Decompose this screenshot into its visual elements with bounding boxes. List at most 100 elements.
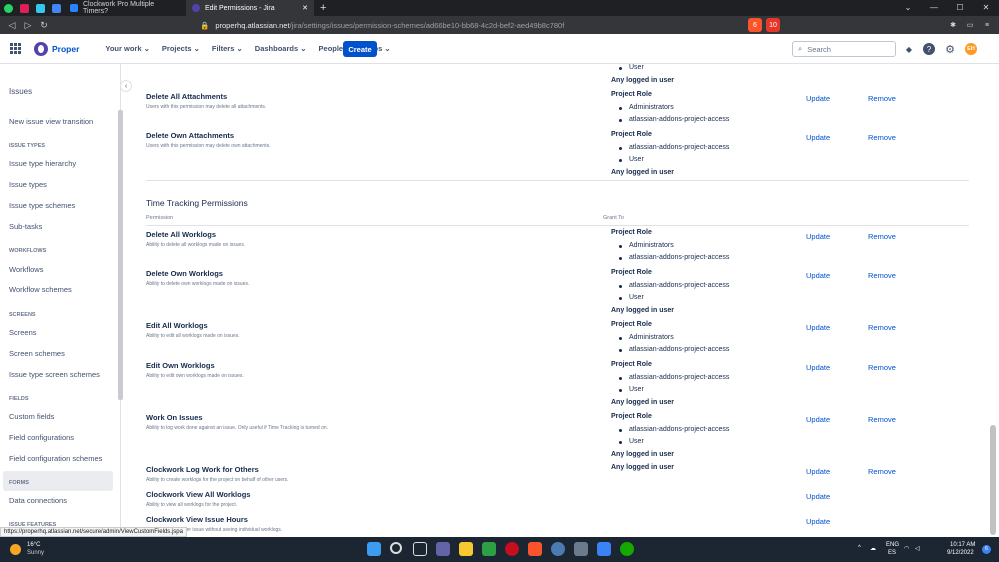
menu-icon[interactable]: ≡ — [980, 18, 994, 32]
remove-link[interactable]: Remove — [868, 415, 896, 424]
sidebar-item[interactable]: Custom fields — [9, 412, 54, 421]
remove-link[interactable]: Remove — [868, 363, 896, 372]
update-link[interactable]: Update — [806, 363, 830, 372]
task-view-icon[interactable] — [413, 542, 427, 556]
file-explorer-icon[interactable] — [459, 542, 473, 556]
grant-bullet: atlassian-addons-project-access — [611, 372, 729, 385]
menu-dashboards[interactable]: Dashboards ⌄ — [255, 44, 307, 53]
checkmark-app-icon[interactable] — [597, 542, 611, 556]
forward-icon[interactable]: ▷ — [20, 20, 36, 31]
update-link[interactable]: Update — [806, 492, 830, 501]
grant-to-cell: Project Role Administrators atlassian-addo… — [611, 227, 729, 265]
notifications-icon[interactable]: ◆ — [903, 43, 915, 55]
store-icon[interactable] — [482, 542, 496, 556]
minimize-icon[interactable]: — — [921, 0, 947, 16]
update-link[interactable]: Update — [806, 467, 830, 476]
app-switcher-icon[interactable] — [10, 42, 22, 55]
remove-link[interactable]: Remove — [868, 133, 896, 142]
maximize-icon[interactable]: ☐ — [947, 0, 973, 16]
calendar-pinned-tab[interactable] — [48, 0, 64, 16]
volume-icon[interactable]: ◁ — [915, 545, 920, 552]
sidebar-item[interactable]: Issue type schemes — [9, 201, 75, 210]
update-link[interactable]: Update — [806, 133, 830, 142]
window-controls: ⌄ — ☐ ✕ — [895, 0, 999, 16]
permission-row: Delete All Attachments Users with this pe… — [146, 92, 266, 110]
update-link[interactable]: Update — [806, 271, 830, 280]
update-link[interactable]: Update — [806, 232, 830, 241]
sidebar-item[interactable]: Screen schemes — [9, 349, 65, 358]
remove-link[interactable]: Remove — [868, 467, 896, 476]
back-icon[interactable]: ◁ — [4, 20, 20, 31]
steam-icon[interactable] — [551, 542, 565, 556]
menu-projects[interactable]: Projects ⌄ — [162, 44, 200, 53]
update-link[interactable]: Update — [806, 517, 830, 526]
permission-description: Ability to create worklogs for the proje… — [146, 477, 289, 483]
help-icon[interactable]: ? — [923, 43, 935, 55]
address-bar[interactable]: 🔒 properhq.atlassian.net /jira/settings/… — [200, 18, 785, 32]
remove-link[interactable]: Remove — [868, 94, 896, 103]
permission-name: Edit Own Worklogs — [146, 361, 215, 370]
upwork-icon[interactable] — [620, 542, 634, 556]
sidebar-item[interactable]: Workflow schemes — [9, 285, 72, 294]
update-link[interactable]: Update — [806, 94, 830, 103]
tab-clockwork[interactable]: Clockwork Pro Multiple Timers? — [64, 0, 186, 16]
weather-sun-icon[interactable] — [10, 544, 21, 555]
sidebar-item[interactable]: Issue types — [9, 180, 47, 189]
create-button[interactable]: Create — [343, 41, 377, 57]
sidebar-item[interactable]: Issue type hierarchy — [9, 159, 76, 168]
remove-link[interactable]: Remove — [868, 232, 896, 241]
tab-edit-permissions[interactable]: Edit Permissions - Jira ✕ — [186, 0, 314, 16]
avatar[interactable]: EH — [965, 43, 977, 55]
menu-your-work[interactable]: Your work ⌄ — [105, 44, 150, 53]
extensions-icon[interactable]: ✱ — [946, 18, 960, 32]
new-tab-button[interactable]: + — [320, 2, 326, 14]
slack-pinned-tab-1[interactable] — [16, 0, 32, 16]
grant-to-cell: Project Role atlassian-addons-project-acc… — [611, 267, 729, 317]
menu-filters[interactable]: Filters ⌄ — [212, 44, 243, 53]
sidebar-item[interactable]: Field configurations — [9, 433, 74, 442]
sidebar-item[interactable]: Issue type screen schemes — [9, 370, 100, 379]
brave-shield-icon[interactable]: 6 — [748, 18, 762, 32]
permission-name: Delete All Attachments — [146, 92, 228, 101]
brave-rewards-icon[interactable]: 10 — [766, 18, 780, 32]
grant-role: Project Role — [611, 269, 652, 276]
sidebar-item[interactable]: Screens — [9, 328, 37, 337]
remove-link[interactable]: Remove — [868, 271, 896, 280]
update-link[interactable]: Update — [806, 415, 830, 424]
grant-any-logged-in: Any logged in user — [611, 450, 675, 458]
brave-browser-icon[interactable] — [528, 542, 542, 556]
grant-bullet: Administrators — [611, 102, 729, 115]
clock-time[interactable]: 10:17 AM — [950, 542, 975, 548]
settings-app-icon[interactable] — [574, 542, 588, 556]
language-2[interactable]: ES — [888, 550, 896, 556]
sidebar-item[interactable]: Workflows — [9, 265, 43, 274]
tray-chevron-icon[interactable]: ^ — [858, 545, 861, 551]
grant-to-cell: Project Role atlassian-addons-project-acc… — [611, 359, 729, 409]
sidebar-item[interactable]: Data connections — [9, 496, 67, 505]
sidebar-item[interactable]: New issue view transition — [9, 117, 93, 126]
close-window-icon[interactable]: ✕ — [973, 0, 999, 16]
tab-search-icon[interactable]: ⌄ — [895, 0, 921, 16]
network-icon[interactable]: ☁ — [870, 545, 876, 552]
clock-date[interactable]: 9/12/2022 — [947, 550, 974, 556]
windows-start-icon[interactable] — [367, 542, 381, 556]
sidebar-item[interactable]: Sub-tasks — [9, 222, 42, 231]
sidebar-item[interactable]: Field configuration schemes — [9, 454, 102, 463]
remove-link[interactable]: Remove — [868, 323, 896, 332]
reload-icon[interactable]: ↻ — [36, 20, 52, 31]
record-app-icon[interactable] — [505, 542, 519, 556]
settings-gear-icon[interactable]: ⚙ — [944, 43, 956, 56]
teams-chat-icon[interactable] — [436, 542, 450, 556]
wifi-icon[interactable]: ◠ — [904, 545, 909, 552]
update-link[interactable]: Update — [806, 323, 830, 332]
slack-pinned-tab-2[interactable] — [32, 0, 48, 16]
wallet-icon[interactable]: ▭ — [963, 18, 977, 32]
site-logo[interactable]: Proper — [30, 41, 79, 56]
search-taskbar-icon[interactable] — [390, 542, 402, 554]
language-1[interactable]: ENG — [886, 542, 899, 548]
whatsapp-pinned-tab[interactable] — [0, 0, 16, 16]
page-scrollbar[interactable] — [990, 425, 996, 535]
search-input[interactable]: ⌕ Search — [792, 41, 896, 57]
notification-badge[interactable]: 6 — [982, 545, 991, 554]
close-tab-icon[interactable]: ✕ — [302, 4, 308, 12]
